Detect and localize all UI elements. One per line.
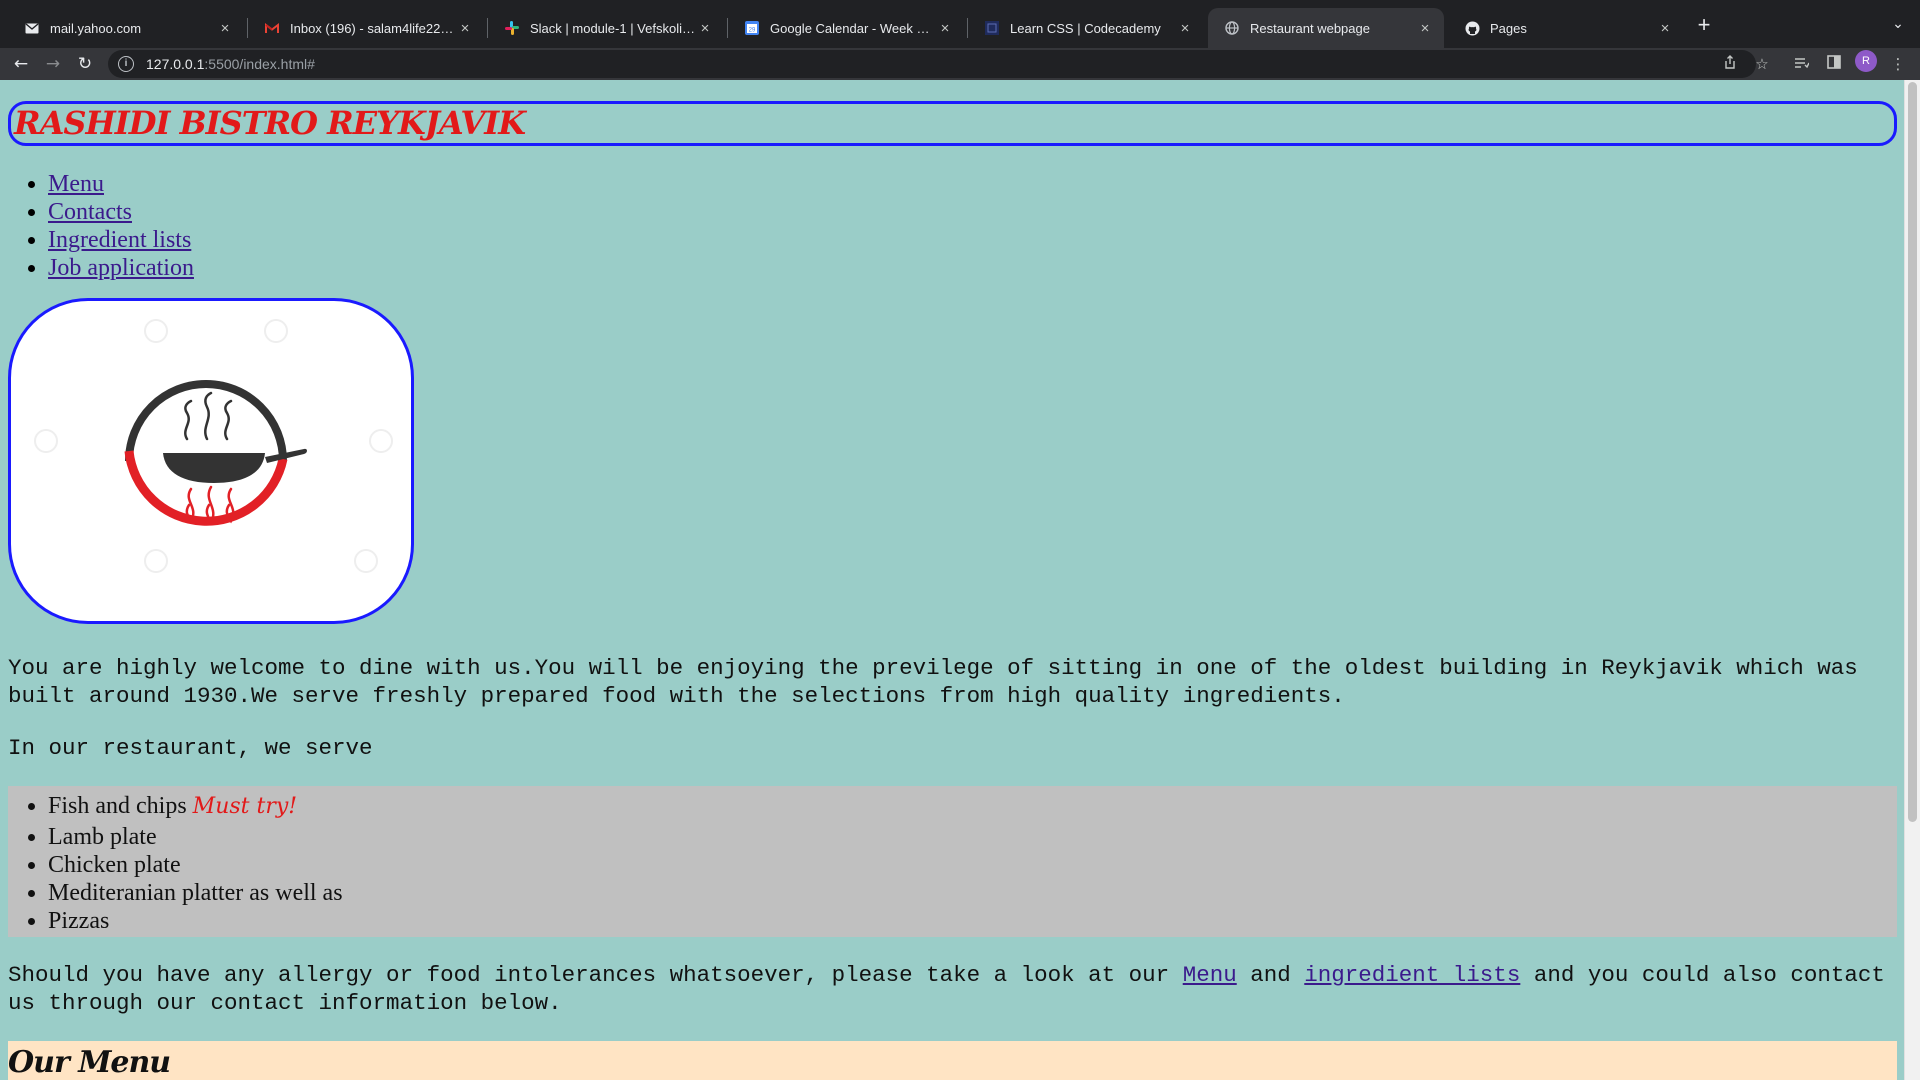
nav-link-ingredient-lists[interactable]: Ingredient lists [48,227,191,253]
browser-toolbar: ← → ↻ i 127.0.0.1:5500/index.html# ☆ ⋮ [0,48,1920,80]
codecademy-icon [984,20,1000,36]
slack-icon [504,20,520,36]
nav-item: Contacts [48,198,1897,226]
bookmark-star-icon[interactable]: ☆ [1750,52,1774,76]
our-menu-section: Our Menu [8,1041,1897,1080]
tab-gmail-inbox[interactable]: Inbox (196) - salam4life2270@ × [248,8,484,48]
close-tab-icon[interactable]: × [216,20,234,37]
tab-yahoo-mail[interactable]: mail.yahoo.com × [8,8,244,48]
allergy-text: and [1250,962,1291,988]
dish-name: Fish and chips [48,793,187,819]
nav-item: Job application [48,254,1897,282]
must-try-tag: Must try! [192,794,298,819]
gmail-icon [264,20,280,36]
close-tab-icon[interactable]: × [936,20,954,37]
tab-github-pages[interactable]: Pages × [1448,8,1684,48]
share-icon[interactable] [1718,52,1742,76]
browser-tab-bar: mail.yahoo.com × Inbox (196) - salam4lif… [0,0,1920,48]
nav-link-menu[interactable]: Menu [48,171,104,197]
calendar-icon: 29 [744,20,760,36]
tab-title: Pages [1490,20,1527,36]
url-host: 127.0.0.1 [146,56,205,72]
nav-link-contacts[interactable]: Contacts [48,199,132,225]
tab-title: Inbox (196) - salam4life2270@ [290,20,456,36]
github-icon [1464,20,1480,36]
dishes-list: Fish and chips Must try! Lamb plate Chic… [8,786,1897,937]
side-panel-icon[interactable] [1822,52,1846,76]
tab-slack[interactable]: Slack | module-1 | Vefskolinn × [488,8,724,48]
site-info-icon[interactable]: i [118,56,134,72]
reading-list-icon[interactable] [1790,52,1814,76]
vertical-scrollbar[interactable] [1904,80,1920,1080]
globe-icon [1224,20,1240,36]
allergy-menu-link[interactable]: Menu [1183,962,1237,988]
close-tab-icon[interactable]: × [456,20,474,37]
scrollbar-thumb[interactable] [1908,82,1917,822]
dish-item: Pizzas [48,907,1897,935]
restaurant-logo [8,298,414,624]
close-tab-icon[interactable]: × [696,20,714,37]
frying-pan-logo-icon [34,319,393,573]
mail-icon [24,20,40,36]
page-viewport: RASHIDI BISTRO REYKJAVIK Menu Contacts I… [0,80,1920,1080]
tab-title: mail.yahoo.com [50,20,142,36]
forward-arrow-icon[interactable]: → [41,52,65,76]
tab-restaurant-webpage[interactable]: Restaurant webpage × [1208,8,1444,48]
more-options-icon[interactable]: ⋮ [1886,52,1910,76]
allergy-paragraph: Should you have any allergy or food into… [8,961,1897,1017]
our-menu-heading: Our Menu [8,1045,171,1080]
reload-icon[interactable]: ↻ [73,52,97,76]
dish-item: Fish and chips Must try! [48,790,1897,823]
nav-item: Ingredient lists [48,226,1897,254]
nav-link-job-application[interactable]: Job application [48,255,194,281]
tab-title: Learn CSS | Codecademy [1010,20,1161,36]
dish-item: Chicken plate [48,851,1897,879]
url-path: :5500/index.html# [204,56,315,72]
allergy-ingredient-lists-link[interactable]: ingredient lists [1304,962,1520,988]
tab-title: Slack | module-1 | Vefskolinn [530,20,696,36]
tab-search-chevron-icon[interactable]: ⌄ [1886,12,1910,36]
serve-intro: In our restaurant, we serve [8,735,373,761]
allergy-text: Should you have any allergy or food into… [8,962,1170,988]
tab-google-calendar[interactable]: 29 Google Calendar - Week of 29 × [728,8,964,48]
close-tab-icon[interactable]: × [1416,20,1434,37]
svg-text:29: 29 [749,28,756,34]
tab-codecademy[interactable]: Learn CSS | Codecademy × [968,8,1204,48]
profile-avatar[interactable]: R [1855,50,1877,72]
tab-title: Google Calendar - Week of 29 [770,20,936,36]
site-title: RASHIDI BISTRO REYKJAVIK [8,101,1897,146]
dish-item: Lamb plate [48,823,1897,851]
nav-item: Menu [48,170,1897,198]
new-tab-button[interactable]: + [1690,12,1718,40]
site-nav: Menu Contacts Ingredient lists Job appli… [8,170,1897,282]
close-tab-icon[interactable]: × [1656,20,1674,37]
address-bar[interactable]: i 127.0.0.1:5500/index.html# [108,50,1756,78]
page-content: RASHIDI BISTRO REYKJAVIK Menu Contacts I… [8,80,1897,1080]
dish-item: Mediteranian platter as well as [48,879,1897,907]
tab-title: Restaurant webpage [1250,20,1370,36]
intro-paragraph: You are highly welcome to dine with us.Y… [8,655,1858,709]
close-tab-icon[interactable]: × [1176,20,1194,37]
back-arrow-icon[interactable]: ← [9,52,33,76]
